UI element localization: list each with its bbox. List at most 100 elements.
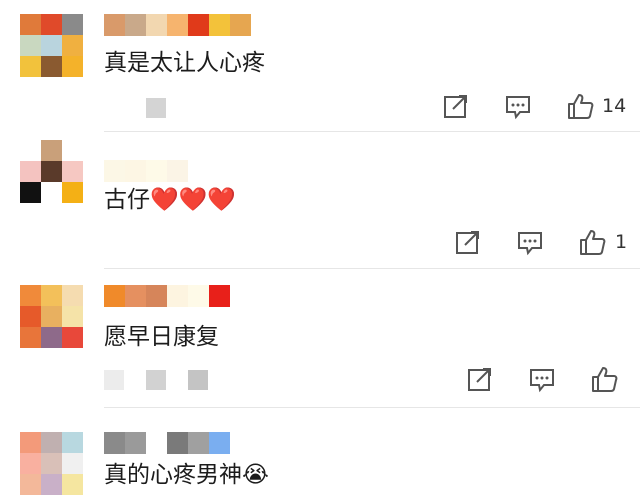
like-button[interactable] xyxy=(578,228,606,256)
share-button[interactable] xyxy=(466,365,494,393)
username[interactable] xyxy=(104,432,230,454)
username-pixel xyxy=(209,14,230,36)
username-pixel xyxy=(167,14,188,36)
comment-icon xyxy=(506,96,530,120)
comment-text: 真是太让人心疼 xyxy=(104,50,265,76)
comment-actions xyxy=(0,365,640,395)
avatar-pixel xyxy=(62,182,83,203)
like-icon xyxy=(580,230,606,255)
comment-item: 真的心疼男神😭 xyxy=(0,408,640,495)
avatar[interactable] xyxy=(20,140,83,203)
comment-text-content: 真的心疼男神 xyxy=(104,462,242,488)
share-button[interactable] xyxy=(442,92,470,120)
comment-text: 真的心疼男神😭 xyxy=(104,460,269,490)
username-pixel xyxy=(209,432,230,454)
username-pixel xyxy=(104,285,125,307)
username-pixel xyxy=(146,14,167,36)
username-pixel xyxy=(167,160,188,182)
username-pixel xyxy=(125,285,146,307)
avatar-pixel xyxy=(20,432,41,453)
username[interactable] xyxy=(104,14,251,36)
avatar-pixel xyxy=(20,140,41,161)
share-icon xyxy=(456,231,479,254)
like-icon xyxy=(592,367,618,392)
comment-icon xyxy=(530,369,554,393)
avatar-pixel xyxy=(41,432,62,453)
reply-button[interactable] xyxy=(516,228,544,256)
avatar-pixel xyxy=(20,35,41,56)
avatar-pixel xyxy=(41,161,62,182)
avatar-pixel xyxy=(62,140,83,161)
like-count: 14 xyxy=(602,95,627,117)
crying-emoji: 😭 xyxy=(242,462,269,488)
comment-item: 古仔❤️❤️❤️ 1 xyxy=(0,132,640,269)
avatar-pixel xyxy=(41,453,62,474)
reply-button[interactable] xyxy=(504,92,532,120)
avatar-pixel xyxy=(62,285,83,306)
avatar-pixel xyxy=(20,453,41,474)
username-pixel xyxy=(146,432,167,454)
avatar-pixel xyxy=(20,14,41,35)
comment-text: 古仔❤️❤️❤️ xyxy=(104,185,236,215)
username-pixel xyxy=(125,14,146,36)
avatar-pixel xyxy=(62,327,83,348)
username-pixel xyxy=(167,432,188,454)
avatar-pixel xyxy=(41,35,62,56)
comment-item: 真是太让人心疼 14 xyxy=(0,0,640,132)
username-pixel xyxy=(209,285,230,307)
username-pixel xyxy=(104,14,125,36)
avatar-pixel xyxy=(62,306,83,327)
username-pixel xyxy=(230,14,251,36)
avatar-pixel xyxy=(20,182,41,203)
avatar-pixel xyxy=(41,306,62,327)
avatar-pixel xyxy=(41,140,62,161)
avatar-pixel xyxy=(20,161,41,182)
avatar-pixel xyxy=(41,327,62,348)
avatar-pixel xyxy=(62,161,83,182)
avatar-pixel xyxy=(20,56,41,77)
avatar-pixel xyxy=(20,285,41,306)
avatar-pixel xyxy=(20,306,41,327)
avatar-pixel xyxy=(41,56,62,77)
username-pixel xyxy=(167,285,188,307)
avatar-pixel xyxy=(62,432,83,453)
comment-text: 愿早日康复 xyxy=(104,324,219,350)
username-pixel xyxy=(146,285,167,307)
username[interactable] xyxy=(104,285,230,307)
comment-actions: 1 xyxy=(0,228,640,258)
avatar-pixel xyxy=(62,35,83,56)
avatar-pixel xyxy=(20,474,41,495)
avatar-pixel xyxy=(62,14,83,35)
username-pixel xyxy=(146,160,167,182)
reply-button[interactable] xyxy=(528,365,556,393)
like-button[interactable] xyxy=(566,92,594,120)
comment-text-content: 古仔 xyxy=(104,187,150,213)
comment-item: 愿早日康复 xyxy=(0,269,640,408)
avatar[interactable] xyxy=(20,14,83,77)
comment-icon xyxy=(518,232,542,256)
username-pixel xyxy=(188,14,209,36)
username-pixel xyxy=(104,160,125,182)
username-pixel xyxy=(188,432,209,454)
heart-emoji: ❤️❤️❤️ xyxy=(150,187,236,213)
username-pixel xyxy=(125,160,146,182)
avatar-pixel xyxy=(41,285,62,306)
like-count: 1 xyxy=(615,231,628,253)
share-icon xyxy=(468,368,491,391)
avatar-pixel xyxy=(62,474,83,495)
username-pixel xyxy=(104,432,125,454)
share-icon xyxy=(444,95,467,118)
avatar-pixel xyxy=(20,327,41,348)
like-icon xyxy=(568,94,594,119)
avatar[interactable] xyxy=(20,285,83,348)
avatar-pixel xyxy=(62,453,83,474)
like-button[interactable] xyxy=(590,365,618,393)
avatar-pixel xyxy=(41,182,62,203)
username[interactable] xyxy=(104,160,188,182)
username-pixel xyxy=(125,432,146,454)
share-button[interactable] xyxy=(454,228,482,256)
avatar[interactable] xyxy=(20,432,83,495)
username-pixel xyxy=(188,285,209,307)
comment-actions: 14 xyxy=(0,92,640,122)
avatar-pixel xyxy=(41,14,62,35)
